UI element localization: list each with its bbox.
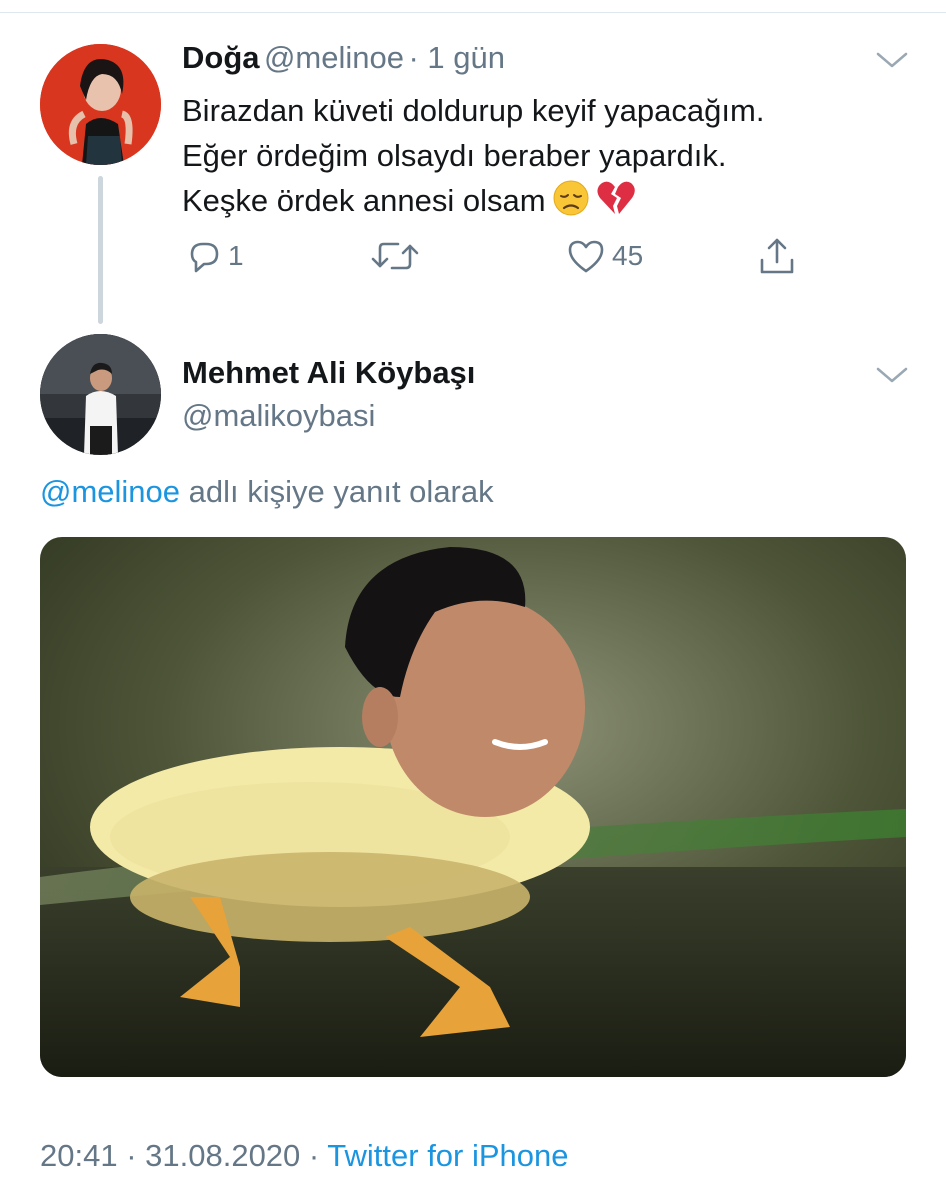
meta-separator: · — [300, 1138, 328, 1173]
share-icon — [760, 238, 794, 274]
tweet2-author-name[interactable]: Mehmet Ali Köybaşı — [182, 355, 475, 391]
chevron-down-icon[interactable] — [874, 365, 910, 385]
chevron-down-icon[interactable] — [874, 50, 910, 70]
like-count: 45 — [612, 240, 644, 271]
like-action[interactable]: 45 — [566, 238, 643, 274]
thread-connector — [98, 176, 103, 324]
tweet-image[interactable] — [40, 537, 906, 1077]
replying-to: @melinoe adlı kişiye yanıt olarak — [40, 474, 494, 510]
tweet1-header: Doğa @melinoe · 1 gün — [182, 40, 505, 76]
tweet2-source-link[interactable]: Twitter for iPhone — [327, 1138, 568, 1173]
tweet2-meta: 20:41 · 31.08.2020 · Twitter for iPhone — [40, 1138, 569, 1174]
tweet1-line: Birazdan küveti doldurup keyif yapacağım… — [182, 93, 765, 128]
reply-icon — [190, 242, 219, 273]
tweet2-time: 20:41 — [40, 1138, 118, 1173]
tweet1-author-handle[interactable]: @melinoe — [264, 40, 404, 75]
tweet1-body: Birazdan küveti doldurup keyif yapacağım… — [182, 88, 902, 223]
disappointed-face-emoji — [553, 180, 589, 216]
reply-mention-link[interactable]: @melinoe — [40, 474, 180, 509]
reply-suffix: adlı kişiye yanıt olarak — [180, 474, 494, 509]
avatar-mehmet[interactable] — [40, 334, 161, 455]
tweet2-date: 31.08.2020 — [145, 1138, 301, 1173]
retweet-icon — [371, 242, 419, 270]
reply-action[interactable]: 1 — [186, 238, 244, 274]
top-divider — [0, 12, 946, 13]
meta-separator: · — [117, 1138, 146, 1173]
tweet1-author-name[interactable]: Doğa — [182, 40, 260, 75]
like-icon — [568, 240, 604, 273]
tweet1-line-last: Keşke ördek annesi olsam — [182, 178, 902, 223]
reply-count: 1 — [228, 240, 244, 271]
retweet-action[interactable] — [370, 238, 420, 274]
avatar-doga[interactable] — [40, 44, 161, 165]
tweet2-author-handle[interactable]: @malikoybasi — [182, 398, 375, 434]
tweet1-timestamp[interactable]: · 1 gün — [408, 40, 505, 75]
broken-heart-emoji — [597, 181, 635, 214]
share-action[interactable] — [757, 236, 797, 276]
tweet1-line: Keşke ördek annesi olsam — [182, 183, 546, 218]
tweet1-line: Eğer ördeğim olsaydı beraber yapardık. — [182, 138, 727, 173]
